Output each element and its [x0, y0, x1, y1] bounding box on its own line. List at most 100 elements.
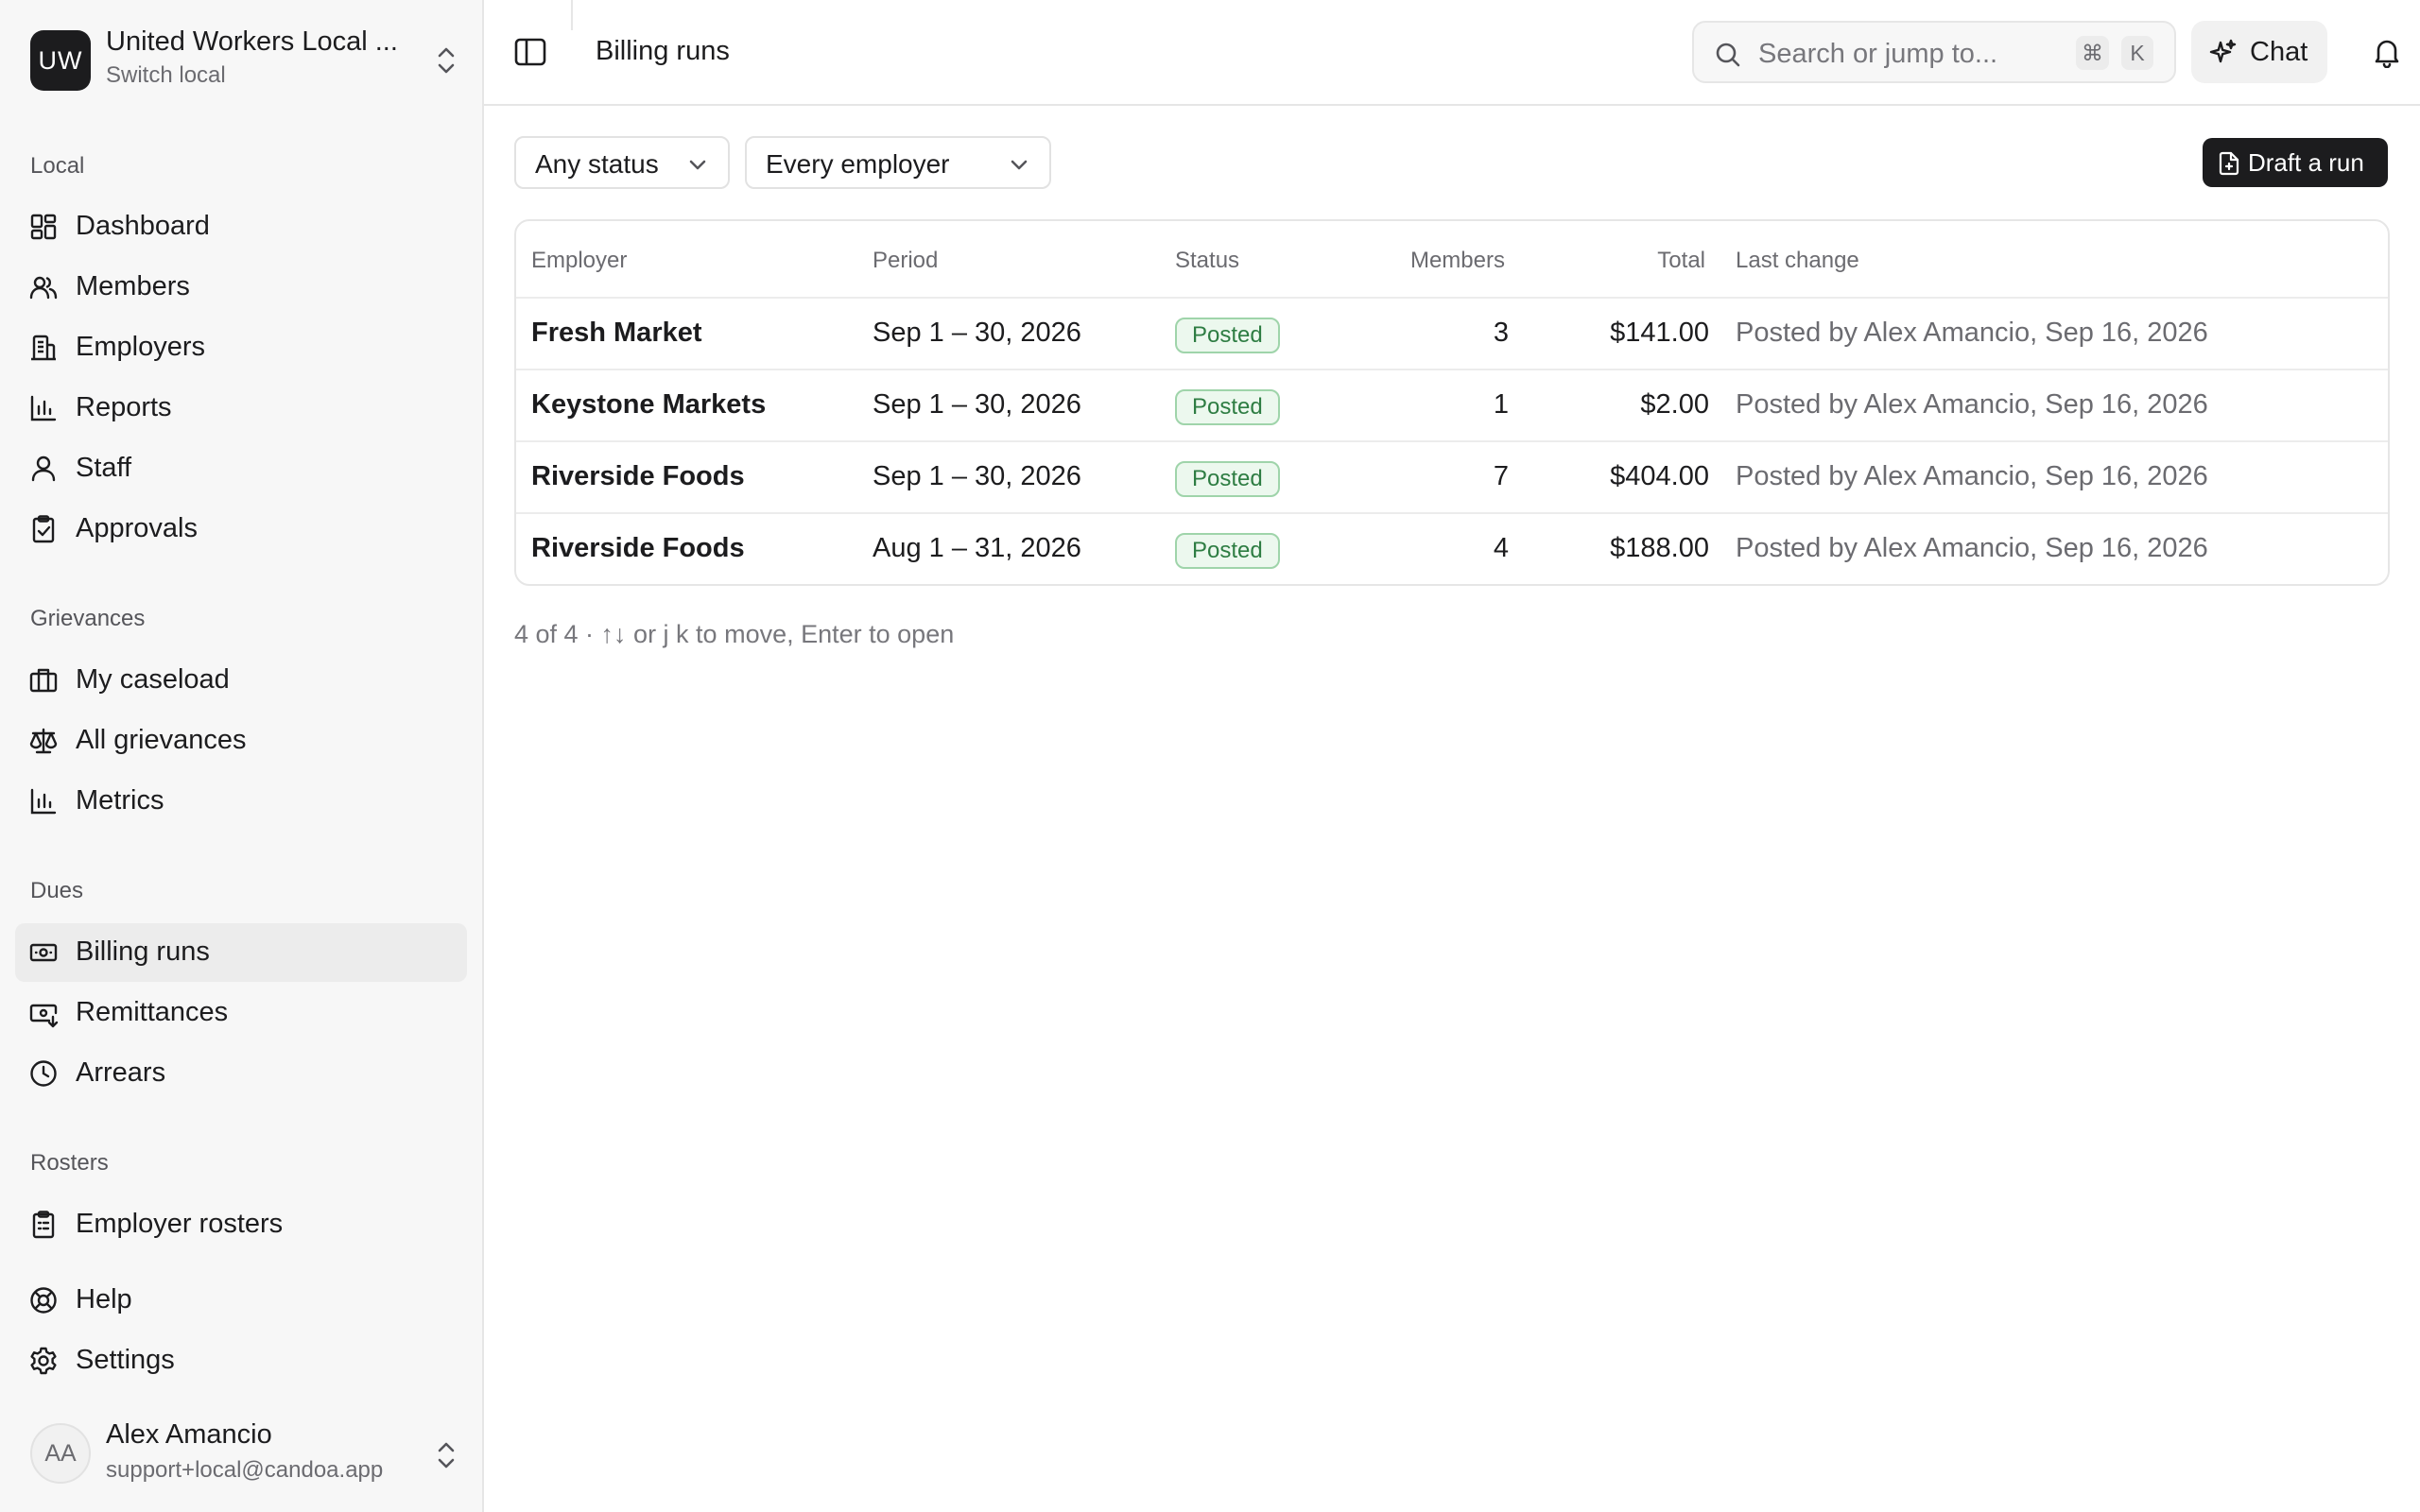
period-cell: Sep 1 – 30, 2026 — [873, 461, 1081, 491]
table-row[interactable]: Fresh Market Sep 1 – 30, 2026 Posted 3 $… — [516, 297, 2388, 369]
status-badge: Posted — [1175, 461, 1280, 497]
clipboard-icon — [32, 1211, 55, 1239]
remittances-icon — [29, 1004, 59, 1028]
table-row[interactable]: Riverside Foods Aug 1 – 31, 2026 Posted … — [516, 512, 2388, 584]
total-cell: $404.00 — [1610, 461, 1709, 491]
sidebar-item-all-grievances[interactable]: All grievances — [15, 712, 467, 770]
approvals-icon — [32, 515, 55, 543]
table-row[interactable]: Riverside Foods Sep 1 – 30, 2026 Posted … — [516, 440, 2388, 512]
column-header-members: Members — [1409, 248, 1505, 273]
chevron-up-down-icon — [438, 1442, 455, 1469]
employer-filter-value: Every employer — [766, 149, 950, 179]
chat-label: Chat — [2250, 37, 2308, 67]
sidebar-item-label: Staff — [76, 453, 132, 483]
status-filter-select[interactable]: Any status — [514, 136, 730, 189]
period-cell: Sep 1 – 30, 2026 — [873, 318, 1081, 348]
staff-icon — [31, 455, 56, 482]
sidebar-item-members[interactable]: Members — [15, 258, 467, 317]
sidebar-item-arrears[interactable]: Arrears — [15, 1044, 467, 1103]
sidebar-item-metrics[interactable]: Metrics — [15, 772, 467, 831]
scales-icon — [29, 728, 58, 754]
section-label-dues: Dues — [30, 878, 84, 903]
sidebar-item-label: Employer rosters — [76, 1209, 284, 1239]
sidebar-item-help[interactable]: Help — [15, 1271, 467, 1330]
sidebar-item-label: Arrears — [76, 1057, 166, 1088]
status-badge: Posted — [1175, 318, 1280, 353]
billing-runs-table: Employer Period Status Members Total Las… — [514, 219, 2390, 586]
page-title: Billing runs — [596, 36, 730, 66]
sidebar-item-employers[interactable]: Employers — [15, 318, 467, 377]
briefcase-icon — [29, 668, 58, 693]
sidebar-item-reports[interactable]: Reports — [15, 379, 467, 438]
local-avatar: UW — [30, 30, 91, 91]
sidebar-item-label: Approvals — [76, 513, 198, 543]
sidebar-item-label: Dashboard — [76, 211, 210, 241]
local-switcher[interactable]: UW United Workers Local ... Switch local — [15, 15, 469, 106]
employer-cell: Riverside Foods — [531, 533, 745, 563]
user-email: support+local@candoa.app — [106, 1457, 384, 1483]
user-switcher[interactable]: AA Alex Amancio support+local@candoa.app — [15, 1414, 469, 1497]
search-icon — [1716, 43, 1740, 67]
topbar: Billing runs Search or jump to... ⌘ K Ch… — [484, 0, 2420, 106]
search-placeholder: Search or jump to... — [1758, 39, 1998, 69]
sidebar-item-remittances[interactable]: Remittances — [15, 984, 467, 1042]
shortcut-key-k: K — [2121, 36, 2153, 70]
local-name: United Workers Local ... — [106, 26, 398, 57]
sidebar-item-label: Metrics — [76, 785, 164, 816]
section-label-grievances: Grievances — [30, 606, 146, 631]
column-header-status: Status — [1175, 248, 1240, 273]
sparkle-icon — [2209, 39, 2237, 63]
members-cell: 1 — [1493, 389, 1509, 420]
sidebar-item-label: Employers — [76, 332, 205, 362]
new-document-icon — [2219, 151, 2239, 176]
sidebar-item-settings[interactable]: Settings — [15, 1332, 467, 1390]
gear-icon — [30, 1347, 57, 1375]
members-cell: 4 — [1493, 533, 1509, 563]
chevron-up-down-icon — [438, 47, 455, 74]
employer-filter-select[interactable]: Every employer — [745, 136, 1051, 189]
sidebar-item-my-caseload[interactable]: My caseload — [15, 651, 467, 710]
chevron-down-icon — [689, 160, 706, 170]
members-cell: 7 — [1493, 461, 1509, 491]
last-change-cell: Posted by Alex Amancio, Sep 16, 2026 — [1736, 389, 2208, 420]
table-row[interactable]: Keystone Markets Sep 1 – 30, 2026 Posted… — [516, 369, 2388, 440]
section-label-local: Local — [30, 153, 85, 179]
metrics-icon — [30, 788, 57, 815]
status-badge: Posted — [1175, 389, 1280, 425]
help-icon — [30, 1287, 57, 1314]
last-change-cell: Posted by Alex Amancio, Sep 16, 2026 — [1736, 533, 2208, 563]
employer-cell: Riverside Foods — [531, 461, 745, 491]
employers-icon — [31, 335, 56, 361]
billing-icon — [29, 943, 58, 962]
period-cell: Aug 1 – 31, 2026 — [873, 533, 1081, 563]
sidebar: UW United Workers Local ... Switch local… — [0, 0, 484, 1512]
total-cell: $141.00 — [1610, 318, 1709, 348]
sidebar-item-dashboard[interactable]: Dashboard — [15, 198, 467, 256]
chat-button[interactable]: Chat — [2191, 21, 2327, 83]
user-name: Alex Amancio — [106, 1419, 272, 1450]
employer-cell: Fresh Market — [531, 318, 702, 348]
sidebar-item-staff[interactable]: Staff — [15, 439, 467, 498]
bell-icon[interactable] — [2371, 36, 2403, 68]
chevron-down-icon — [1011, 160, 1028, 170]
column-header-period: Period — [873, 248, 939, 273]
search-input[interactable]: Search or jump to... ⌘ K — [1692, 21, 2176, 83]
keyboard-hint: 4 of 4 · ↑↓ or j k to move, Enter to ope… — [514, 620, 955, 648]
total-cell: $188.00 — [1610, 533, 1709, 563]
draft-run-button[interactable]: Draft a run — [2203, 138, 2388, 187]
dashboard-icon — [30, 214, 57, 240]
sidebar-toggle-icon[interactable] — [512, 34, 548, 70]
status-filter-value: Any status — [535, 149, 659, 179]
sidebar-item-label: All grievances — [76, 725, 247, 755]
sidebar-item-approvals[interactable]: Approvals — [15, 500, 467, 558]
switch-local-label: Switch local — [106, 62, 226, 88]
reports-icon — [30, 395, 57, 421]
sidebar-item-label: Remittances — [76, 997, 229, 1027]
sidebar-item-billing-runs[interactable]: Billing runs — [15, 923, 467, 982]
sidebar-item-label: Settings — [76, 1345, 175, 1375]
total-cell: $2.00 — [1640, 389, 1709, 420]
last-change-cell: Posted by Alex Amancio, Sep 16, 2026 — [1736, 461, 2208, 491]
column-header-total: Total — [1657, 248, 1705, 273]
avatar: AA — [30, 1423, 91, 1484]
sidebar-item-employer-rosters[interactable]: Employer rosters — [15, 1195, 467, 1254]
